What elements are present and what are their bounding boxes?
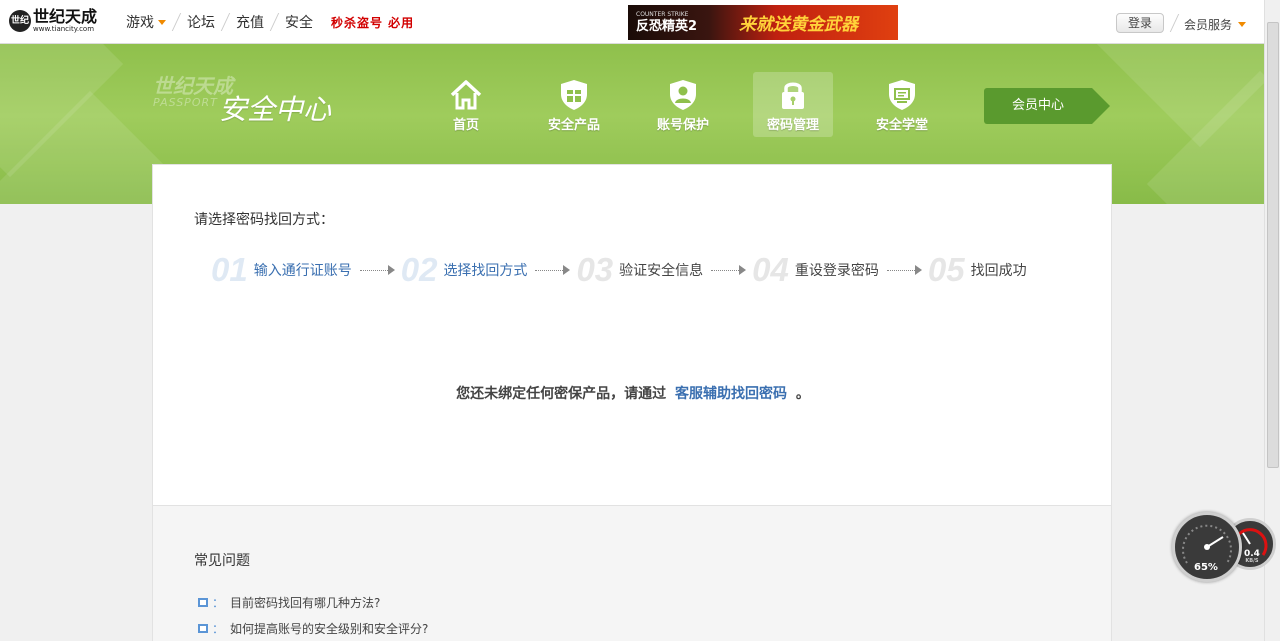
customer-service-recovery-link[interactable]: 客服辅助找回密码: [675, 386, 787, 402]
banner-small-text: COUNTER STRIKE: [636, 11, 689, 18]
faq-question: 如何提高账号的安全级别和安全评分?: [230, 622, 429, 636]
main-nav-products[interactable]: 安全产品: [534, 72, 614, 137]
cpu-percent: 65%: [1194, 562, 1218, 573]
banner-slogan: 来就送黄金武器: [739, 15, 858, 35]
step-arrow-icon: [886, 265, 922, 275]
network-speed: 0.4 KB/S: [1244, 550, 1260, 564]
notice-text: 您还未绑定任何密保产品，请通过: [456, 386, 667, 402]
chevron-down-icon: [158, 19, 166, 25]
step-number: 01: [211, 251, 248, 288]
gift-shield-icon: [561, 80, 587, 110]
step-label: 输入通行证账号: [253, 263, 352, 279]
step-label: 找回成功: [970, 263, 1027, 279]
logo-badge-icon: 世纪: [9, 10, 31, 32]
top-nav: 游戏 论坛 充值 安全 秒杀盗号 必用: [118, 0, 414, 44]
main-nav-account-protection[interactable]: 账号保护: [643, 72, 723, 137]
member-center-label: 会员中心: [984, 88, 1092, 124]
choose-method-label: 请选择密码找回方式：: [194, 212, 334, 228]
main-nav-password-management[interactable]: 密码管理: [753, 72, 833, 137]
faq-colon: ：: [212, 622, 225, 636]
step-label: 验证安全信息: [619, 263, 704, 279]
step-2: 02 选择找回方式: [401, 251, 528, 289]
step-3: 03 验证安全信息: [576, 251, 703, 289]
page-title: 安全中心: [219, 93, 332, 126]
scroll-thumb[interactable]: [1267, 22, 1279, 468]
step-number: 05: [927, 251, 965, 288]
main-nav-security-school[interactable]: 安全学堂: [862, 72, 942, 137]
lock-icon: [782, 82, 804, 109]
faq-item[interactable]: ： 目前密码找回有哪几种方法?: [198, 594, 380, 611]
banner-game-title: COUNTER STRIKE 反恐精英2: [628, 11, 733, 34]
step-arrow-icon: [711, 265, 747, 275]
nav-forum[interactable]: 论坛: [179, 12, 223, 32]
main-nav-account-protection-label: 账号保护: [656, 118, 709, 133]
step-label: 选择找回方式: [443, 263, 528, 279]
ad-banner[interactable]: COUNTER STRIKE 反恐精英2 来就送黄金武器: [628, 5, 898, 40]
speed-monitor-widget[interactable]: 65% 0.4 KB/S: [1172, 512, 1278, 584]
step-number: 02: [400, 251, 438, 288]
question-icon: [198, 624, 208, 633]
step-4: 04 重设登录密码: [752, 251, 879, 289]
main-nav-password-management-label: 密码管理: [766, 118, 819, 133]
no-security-product-notice: 您还未绑定任何密保产品，请通过 客服辅助找回密码 。: [153, 383, 1113, 403]
main-nav-products-label: 安全产品: [547, 118, 600, 133]
classroom-shield-icon: [889, 80, 915, 110]
promo-link[interactable]: 秒杀盗号 必用: [331, 14, 414, 31]
tiancity-logo[interactable]: 世纪 世纪天成 www.tiancity.com: [9, 9, 97, 33]
member-service-label: 会员服务: [1184, 18, 1233, 32]
logo-name: 世纪天成: [33, 7, 98, 26]
faq-title: 常见问题: [194, 553, 250, 569]
divider: [1169, 14, 1180, 32]
recovery-steps: 01 输入通行证账号 02 选择找回方式 03 验证安全信息 04 重设登录密码…: [211, 251, 1027, 288]
chevron-down-icon: [1238, 22, 1247, 27]
top-bar: 世纪 世纪天成 www.tiancity.com 游戏 论坛 充值 安全 秒杀盗…: [0, 0, 1264, 44]
network-speed-unit: KB/S: [1245, 558, 1259, 564]
step-1: 01 输入通行证账号: [211, 251, 352, 289]
step-number: 03: [576, 251, 614, 288]
home-icon: [450, 80, 482, 110]
faq-section: 常见问题 ： 目前密码找回有哪几种方法? ： 如何提高账号的安全级别和安全评分?: [152, 506, 1112, 641]
step-label: 重设登录密码: [794, 263, 879, 279]
step-number: 04: [752, 251, 789, 288]
faq-question: 目前密码找回有哪几种方法?: [230, 596, 381, 610]
faq-item[interactable]: ： 如何提高账号的安全级别和安全评分?: [198, 620, 428, 637]
main-nav-home[interactable]: 首页: [426, 72, 506, 137]
recovery-panel: 请选择密码找回方式： 01 输入通行证账号 02 选择找回方式 03 验证安全信…: [152, 164, 1112, 506]
main-nav-home-label: 首页: [452, 118, 479, 133]
main-nav-security-school-label: 安全学堂: [875, 118, 928, 133]
step-5: 05 找回成功: [928, 251, 1027, 289]
notice-period: 。: [795, 386, 810, 402]
faq-colon: ：: [212, 596, 225, 610]
arrow-right-icon: [1092, 88, 1110, 124]
login-button[interactable]: 登录: [1116, 13, 1164, 33]
member-service-menu[interactable]: 会员服务: [1184, 16, 1247, 33]
banner-game-name: 反恐精英2: [636, 19, 698, 34]
step-arrow-icon: [535, 265, 571, 275]
question-icon: [198, 598, 208, 607]
user-shield-icon: [670, 80, 696, 110]
brand-logo[interactable]: 世纪天成 PASSPORT 安全中心: [153, 76, 331, 126]
nav-games[interactable]: 游戏: [118, 12, 174, 32]
nav-recharge[interactable]: 充值: [228, 12, 272, 32]
member-center-button[interactable]: 会员中心: [984, 88, 1110, 124]
logo-url: www.tiancity.com: [33, 25, 95, 33]
nav-games-label: 游戏: [126, 15, 154, 31]
nav-security[interactable]: 安全: [277, 12, 321, 32]
step-arrow-icon: [359, 265, 395, 275]
